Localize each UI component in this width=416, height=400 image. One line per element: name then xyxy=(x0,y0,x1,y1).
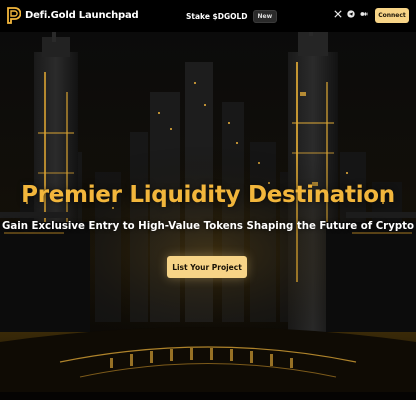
telegram-icon[interactable] xyxy=(347,10,355,18)
connect-wallet-button[interactable]: Connect xyxy=(375,8,409,23)
stake-label: Stake $DGOLD xyxy=(186,12,248,21)
list-your-project-button[interactable]: List Your Project xyxy=(167,256,247,278)
new-badge: New xyxy=(252,10,278,23)
hero-title: Premier Liquidity Destination xyxy=(21,182,395,208)
brand-name: Defi.Gold Launchpad xyxy=(25,10,139,21)
hero-section: Premier Liquidity Destination Gain Exclu… xyxy=(0,32,416,400)
top-navbar: Defi.Gold Launchpad Stake $DGOLD New Con… xyxy=(0,0,416,32)
stake-link[interactable]: Stake $DGOLD New xyxy=(186,10,278,23)
social-links xyxy=(334,10,368,18)
x-icon[interactable] xyxy=(334,10,342,18)
brand-logo[interactable]: Defi.Gold Launchpad xyxy=(6,7,139,24)
medium-icon[interactable] xyxy=(360,10,368,18)
defi-gold-logo-icon xyxy=(7,7,21,24)
hero-subtitle: Gain Exclusive Entry to High-Value Token… xyxy=(1,221,415,232)
city-skyline-background xyxy=(0,32,416,400)
